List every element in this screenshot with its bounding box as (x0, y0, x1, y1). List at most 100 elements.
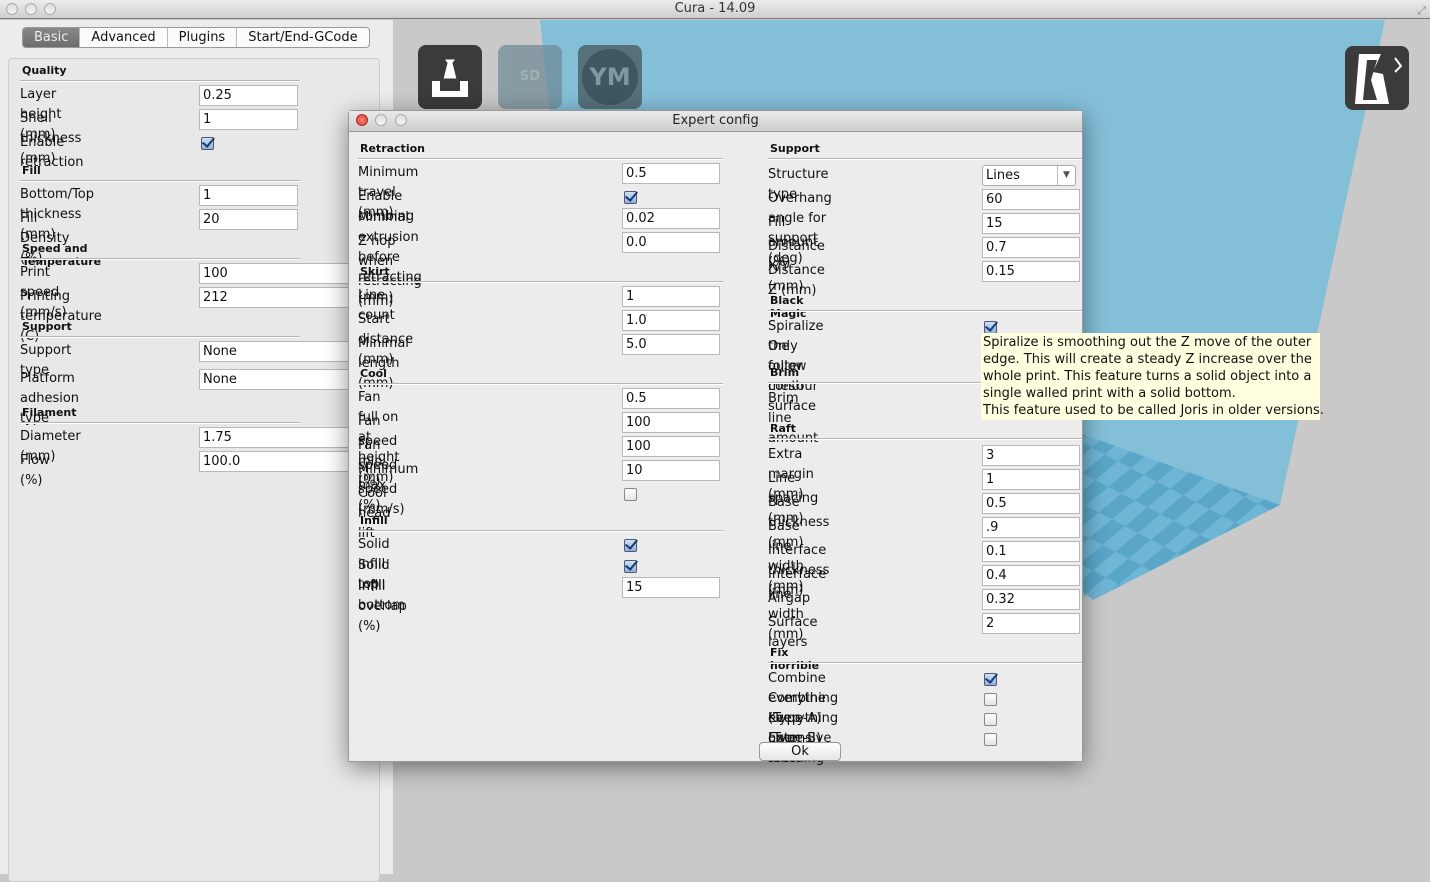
infill-overlap-input[interactable]: 15 (622, 577, 720, 598)
dialog-zoom-button[interactable] (395, 114, 407, 126)
section-divider (768, 662, 1082, 664)
youmagine-button[interactable]: YM (578, 45, 642, 109)
tab-advanced[interactable]: Advanced (79, 28, 166, 47)
line-spacing-mm-input[interactable]: 1 (982, 469, 1080, 490)
section-header: Filament (22, 406, 77, 419)
settings-tabs: Basic Advanced Plugins Start/End-GCode (22, 27, 370, 48)
section-header: Raft (770, 422, 796, 435)
section-divider (20, 422, 300, 424)
structure-type-select[interactable]: Lines ▼ (982, 165, 1076, 186)
field-label: Print speed (mm/s) (20, 265, 67, 320)
support-type-input[interactable]: None (199, 341, 349, 362)
fan-full-on-at-height-mm-input[interactable]: 0.5 (622, 388, 720, 409)
field-label: Platform adhesion type (20, 371, 80, 426)
field-label: Bottom/Top thickness (mm) (20, 187, 95, 242)
minimize-button[interactable] (25, 3, 37, 15)
section-divider (20, 80, 300, 82)
surface-layers-input[interactable]: 2 (982, 613, 1080, 634)
fullscreen-icon[interactable]: ⤢ (1417, 2, 1426, 20)
print-speed-mm-s-input[interactable]: 100 (199, 263, 349, 284)
section-header: Infill (360, 514, 388, 527)
z-hop-when-retracting-mm-input[interactable]: 0.0 (622, 232, 720, 253)
tooltip-line: whole print. This feature turns a solid … (983, 369, 1312, 384)
field-label: Line spacing (mm) (768, 471, 819, 526)
extensive-stitching-checkbox[interactable] (984, 733, 997, 746)
field-label: Fill amount (%) (768, 215, 819, 270)
start-distance-mm-input[interactable]: 1.0 (622, 310, 720, 331)
close-button[interactable] (6, 3, 18, 15)
fill-density-input[interactable]: 20 (199, 209, 298, 230)
platform-adhesion-type-input[interactable]: None (199, 369, 349, 390)
line-count-input[interactable]: 1 (622, 286, 720, 307)
tab-plugins[interactable]: Plugins (166, 28, 237, 47)
zoom-button[interactable] (44, 3, 56, 15)
airgap-input[interactable]: 0.32 (982, 589, 1080, 610)
window-titlebar: Cura - 14.09 ⤢ (0, 0, 1430, 19)
section-header: Support (22, 320, 72, 333)
expert-config-dialog: Expert config Retraction Minimum travel (… (348, 110, 1083, 766)
shell-thickness-mm-input[interactable]: 1 (199, 109, 298, 130)
solid-infill-bottom-checkbox[interactable] (624, 560, 637, 573)
minimum-travel-mm-input[interactable]: 0.5 (622, 163, 720, 184)
field-label: Cool head lift (358, 486, 391, 541)
dialog-close-button[interactable] (356, 114, 368, 126)
field-label: Extra margin (mm) (768, 447, 814, 502)
layer-height-mm-input[interactable]: 0.25 (199, 85, 298, 106)
combine-everything-type-a-checkbox[interactable] (984, 673, 997, 686)
minimal-length-mm-input[interactable]: 5.0 (622, 334, 720, 355)
fan-speed-min-input[interactable]: 100 (622, 412, 720, 433)
extra-margin-mm-input[interactable]: 3 (982, 445, 1080, 466)
overhang-angle-for-support-deg-input[interactable]: 60 (982, 189, 1080, 210)
printing-temperature-c-input[interactable]: 212 (199, 287, 349, 308)
diameter-mm-input[interactable]: 1.75 (199, 427, 349, 448)
load-model-button[interactable] (418, 45, 482, 109)
minimal-extrusion-before-retracting-mm-input[interactable]: 0.02 (622, 208, 720, 229)
field-label: Interface thickness (mm) (768, 543, 830, 598)
flow-input[interactable]: 100.0 (199, 451, 349, 472)
section-header: Skirt (360, 265, 390, 278)
field-label: Fan speed max (%) (358, 438, 398, 513)
field-label: Minimal length (mm) (358, 336, 409, 391)
field-label: Minimum travel (mm) (358, 165, 419, 220)
sd-card-icon: SD (519, 69, 541, 84)
fill-amount-input[interactable]: 15 (982, 213, 1080, 234)
tab-start-end-gcode[interactable]: Start/End-GCode (236, 28, 368, 47)
cool-head-lift-checkbox[interactable] (624, 488, 637, 501)
save-sd-button[interactable]: SD (498, 45, 562, 109)
field-label: Airgap (768, 591, 811, 606)
interface-line-width-mm-input[interactable]: 0.4 (982, 565, 1080, 586)
tooltip-line: single walled print with a solid bottom. (983, 386, 1236, 401)
minimum-speed-mm-s-input[interactable]: 10 (622, 460, 720, 481)
field-label: Support type (20, 343, 72, 378)
section-divider (358, 281, 723, 283)
tab-basic[interactable]: Basic (23, 28, 80, 47)
field-label: Line count (358, 288, 395, 323)
interface-thickness-mm-input[interactable]: 0.1 (982, 541, 1080, 562)
base-thickness-mm-input[interactable]: 0.5 (982, 493, 1080, 514)
section-header: Cool (360, 367, 387, 380)
keep-open-faces-checkbox[interactable] (984, 713, 997, 726)
chevron-down-icon: ▼ (1057, 166, 1075, 185)
fan-speed-max-input[interactable]: 100 (622, 436, 720, 457)
field-label: Infill overlap (%) (358, 579, 407, 634)
section-header: Fill (22, 164, 41, 177)
solid-infill-top-checkbox[interactable] (624, 539, 637, 552)
section-header: Brim (770, 366, 800, 379)
youmagine-icon: YM (582, 49, 638, 105)
section-header: Quality (22, 64, 67, 77)
load-model-icon (432, 58, 468, 97)
section-header: Fix horrible (770, 646, 820, 672)
dialog-titlebar: Expert config (349, 111, 1082, 132)
view-mode-button[interactable] (1345, 46, 1409, 110)
enable-combing-checkbox[interactable] (624, 191, 637, 204)
base-line-width-mm-input[interactable]: .9 (982, 517, 1080, 538)
distance-x-y-mm-input[interactable]: 0.7 (982, 237, 1080, 258)
ok-button[interactable]: Ok (759, 742, 841, 761)
window-title: Cura - 14.09 (674, 1, 756, 16)
distance-z-mm-input[interactable]: 0.15 (982, 261, 1080, 282)
combine-everything-type-b-checkbox[interactable] (984, 693, 997, 706)
dialog-minimize-button[interactable] (375, 114, 387, 126)
field-label: Flow (%) (20, 453, 50, 488)
bottom-top-thickness-mm-input[interactable]: 1 (199, 185, 298, 206)
enable-retraction-checkbox[interactable] (201, 137, 214, 150)
